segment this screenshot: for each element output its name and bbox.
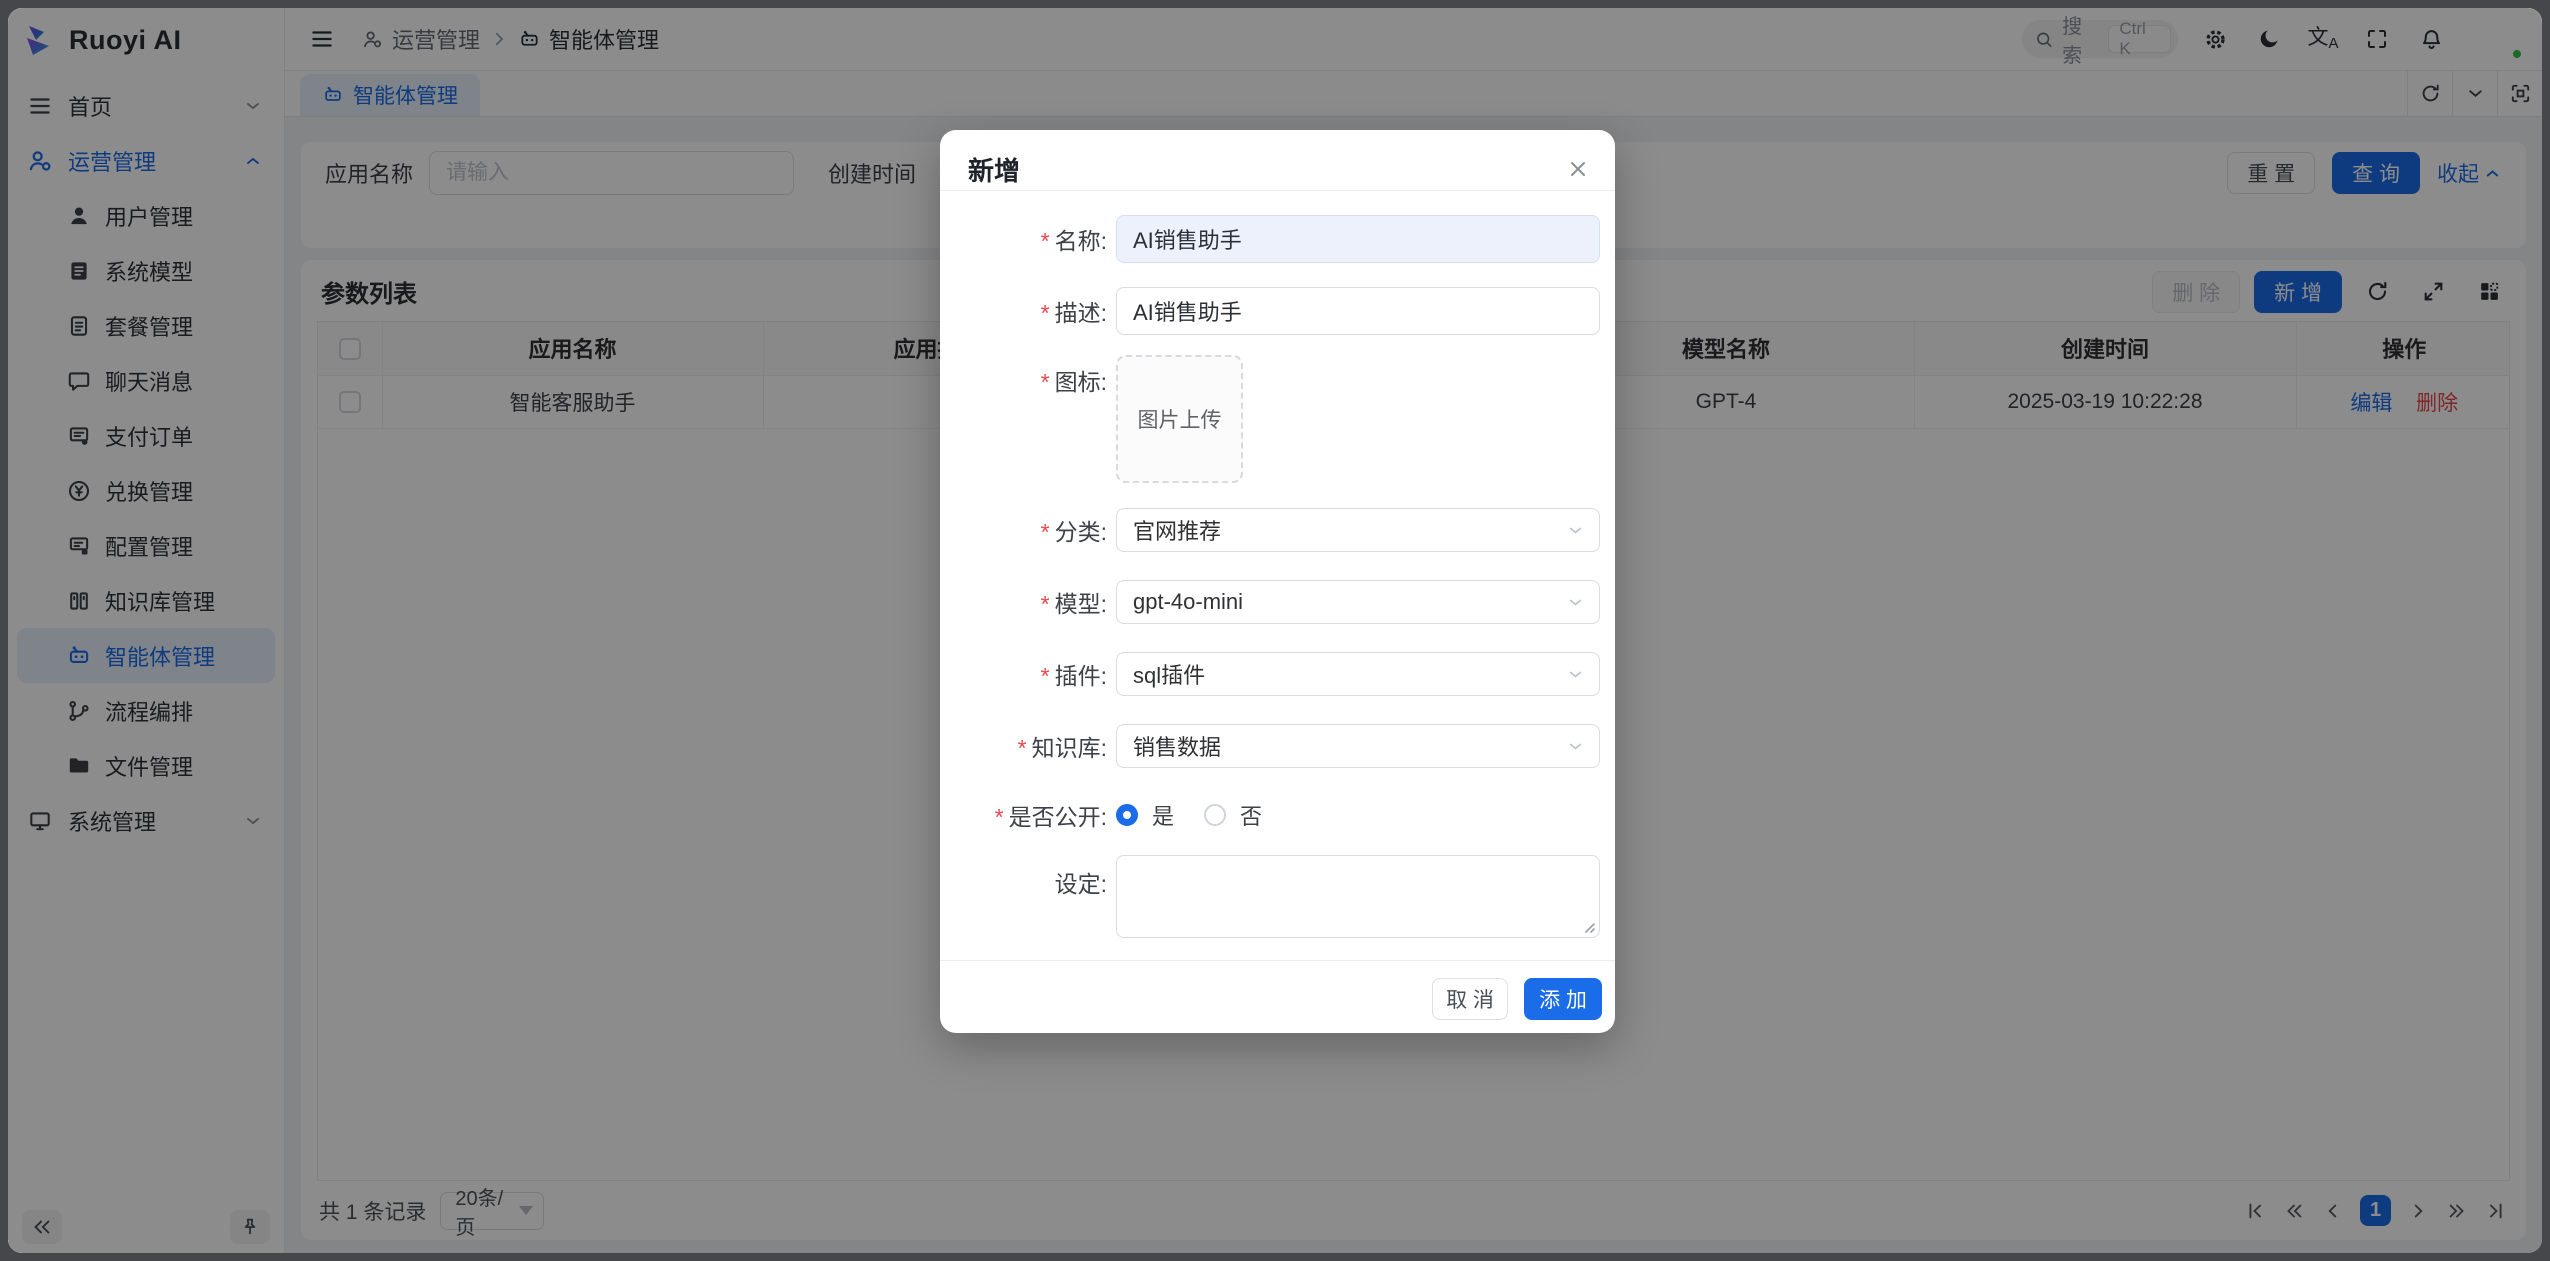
chevron-down-icon (1566, 737, 1585, 756)
modal-header-divider (940, 190, 1615, 191)
chevron-down-icon (1566, 521, 1585, 540)
model-select[interactable]: gpt-4o-mini (1116, 580, 1600, 624)
plugin-value: sql插件 (1133, 658, 1205, 690)
radio-yes-label: 是 (1152, 799, 1174, 831)
radio-no-label: 否 (1240, 799, 1262, 831)
required-mark: * (1041, 369, 1050, 395)
required-mark: * (1041, 663, 1050, 689)
form-row-icon: *图标: 图片上传 (940, 355, 1615, 483)
form-row-setting: 设定: (940, 855, 1615, 938)
setting-label: 设定: (940, 865, 1107, 899)
kb-value: 销售数据 (1133, 730, 1221, 762)
modal-footer-divider (940, 960, 1615, 961)
required-mark: * (995, 804, 1004, 830)
chevron-down-icon (1566, 665, 1585, 684)
form-row-desc: *描述: (940, 287, 1615, 335)
kb-select[interactable]: 销售数据 (1116, 724, 1600, 768)
kb-label: *知识库: (940, 729, 1107, 763)
form-row-name: *名称: (940, 215, 1615, 263)
form-row-kb: *知识库: 销售数据 (940, 724, 1615, 768)
model-label: *模型: (940, 585, 1107, 619)
radio-no[interactable] (1204, 804, 1226, 826)
modal-title: 新增 (968, 151, 1020, 188)
plugin-label: *插件: (940, 657, 1107, 691)
image-upload-button[interactable]: 图片上传 (1116, 355, 1243, 483)
form-row-model: *模型: gpt-4o-mini (940, 580, 1615, 624)
icon-label: *图标: (940, 363, 1107, 397)
upload-label: 图片上传 (1138, 404, 1222, 434)
add-agent-modal: 新增 *名称: *描述: *图标: 图片上传 (940, 130, 1615, 1033)
category-value: 官网推荐 (1133, 514, 1221, 546)
model-value: gpt-4o-mini (1133, 589, 1243, 615)
category-label: *分类: (940, 513, 1107, 547)
close-icon[interactable] (1563, 154, 1593, 184)
required-mark: * (1018, 735, 1027, 761)
name-label: *名称: (940, 222, 1107, 256)
form-row-category: *分类: 官网推荐 (940, 508, 1615, 552)
screen: Ruoyi AI 首页 运营管理 (0, 0, 2550, 1261)
form-row-plugin: *插件: sql插件 (940, 652, 1615, 696)
desc-label: *描述: (940, 294, 1107, 328)
desc-input[interactable] (1116, 287, 1600, 335)
required-mark: * (1041, 519, 1050, 545)
required-mark: * (1041, 591, 1050, 617)
add-confirm-button[interactable]: 添 加 (1524, 978, 1602, 1020)
form-row-public: *是否公开: 是 否 (940, 798, 1615, 832)
chevron-down-icon (1566, 593, 1585, 612)
public-label: *是否公开: (940, 798, 1107, 832)
name-input[interactable] (1116, 215, 1600, 263)
required-mark: * (1041, 300, 1050, 326)
app-window: Ruoyi AI 首页 运营管理 (8, 8, 2542, 1253)
public-radio-group: 是 否 (1116, 799, 1278, 831)
setting-textarea[interactable] (1116, 855, 1600, 938)
resize-handle[interactable] (1581, 919, 1595, 933)
cancel-button[interactable]: 取 消 (1432, 978, 1508, 1020)
category-select[interactable]: 官网推荐 (1116, 508, 1600, 552)
plugin-select[interactable]: sql插件 (1116, 652, 1600, 696)
required-mark: * (1041, 228, 1050, 254)
radio-yes[interactable] (1116, 804, 1138, 826)
